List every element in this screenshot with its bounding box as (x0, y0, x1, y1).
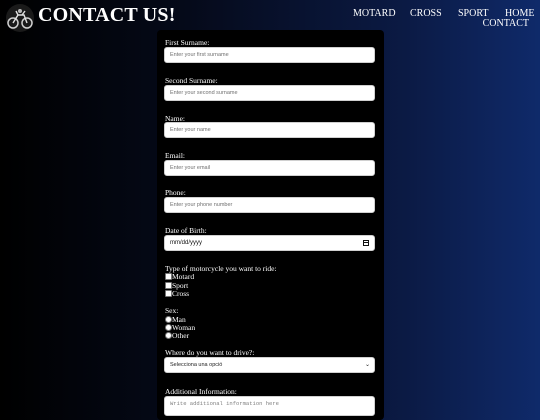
second-surname-input[interactable]: Enter your second surname (164, 85, 375, 101)
motard-option-label: Motard (172, 272, 195, 281)
first-surname-label: First Surname: (165, 38, 210, 47)
name-input[interactable]: Enter your name (164, 122, 375, 138)
dob-input[interactable]: mm/dd/yyyy (164, 235, 375, 251)
drive-select-value: Selecciona una opció (170, 362, 223, 368)
sport-checkbox[interactable] (165, 282, 172, 289)
dob-label: Date of Birth: (165, 226, 207, 235)
woman-radio[interactable] (165, 324, 172, 331)
nav-contact[interactable]: CONTACT (483, 18, 529, 29)
motard-checkbox[interactable] (165, 273, 172, 280)
first-surname-input[interactable]: Enter your first surname (164, 47, 375, 63)
nav-cross[interactable]: CROSS (410, 8, 442, 19)
email-input[interactable]: Enter your email (164, 160, 375, 176)
calendar-icon[interactable] (363, 240, 369, 246)
drive-label: Where do you want to drive?: (165, 348, 255, 357)
cross-option-label: Cross (172, 289, 190, 298)
motorcycle-logo-icon[interactable] (5, 3, 35, 33)
email-label: Email: (165, 151, 185, 160)
second-surname-label: Second Surname: (165, 76, 218, 85)
drive-select[interactable]: Selecciona una opció ⌄ (164, 357, 375, 373)
phone-label: Phone: (165, 188, 186, 197)
additional-info-label: Additional Information: (165, 387, 237, 396)
man-radio[interactable] (165, 316, 172, 323)
additional-info-textarea[interactable]: Write additional information here (164, 396, 375, 416)
dob-value: mm/dd/yyyy (170, 240, 203, 246)
other-radio[interactable] (165, 332, 172, 339)
contact-form: First Surname: Enter your first surname … (157, 30, 384, 420)
chevron-down-icon: ⌄ (364, 362, 370, 368)
other-option-label: Other (172, 331, 190, 340)
cross-checkbox[interactable] (165, 290, 172, 297)
sex-label: Sex: (165, 306, 179, 315)
nav-motard[interactable]: MOTARD (353, 8, 396, 19)
phone-input[interactable]: Enter your phone number (164, 197, 375, 213)
page-title: CONTACT US! (38, 4, 176, 26)
